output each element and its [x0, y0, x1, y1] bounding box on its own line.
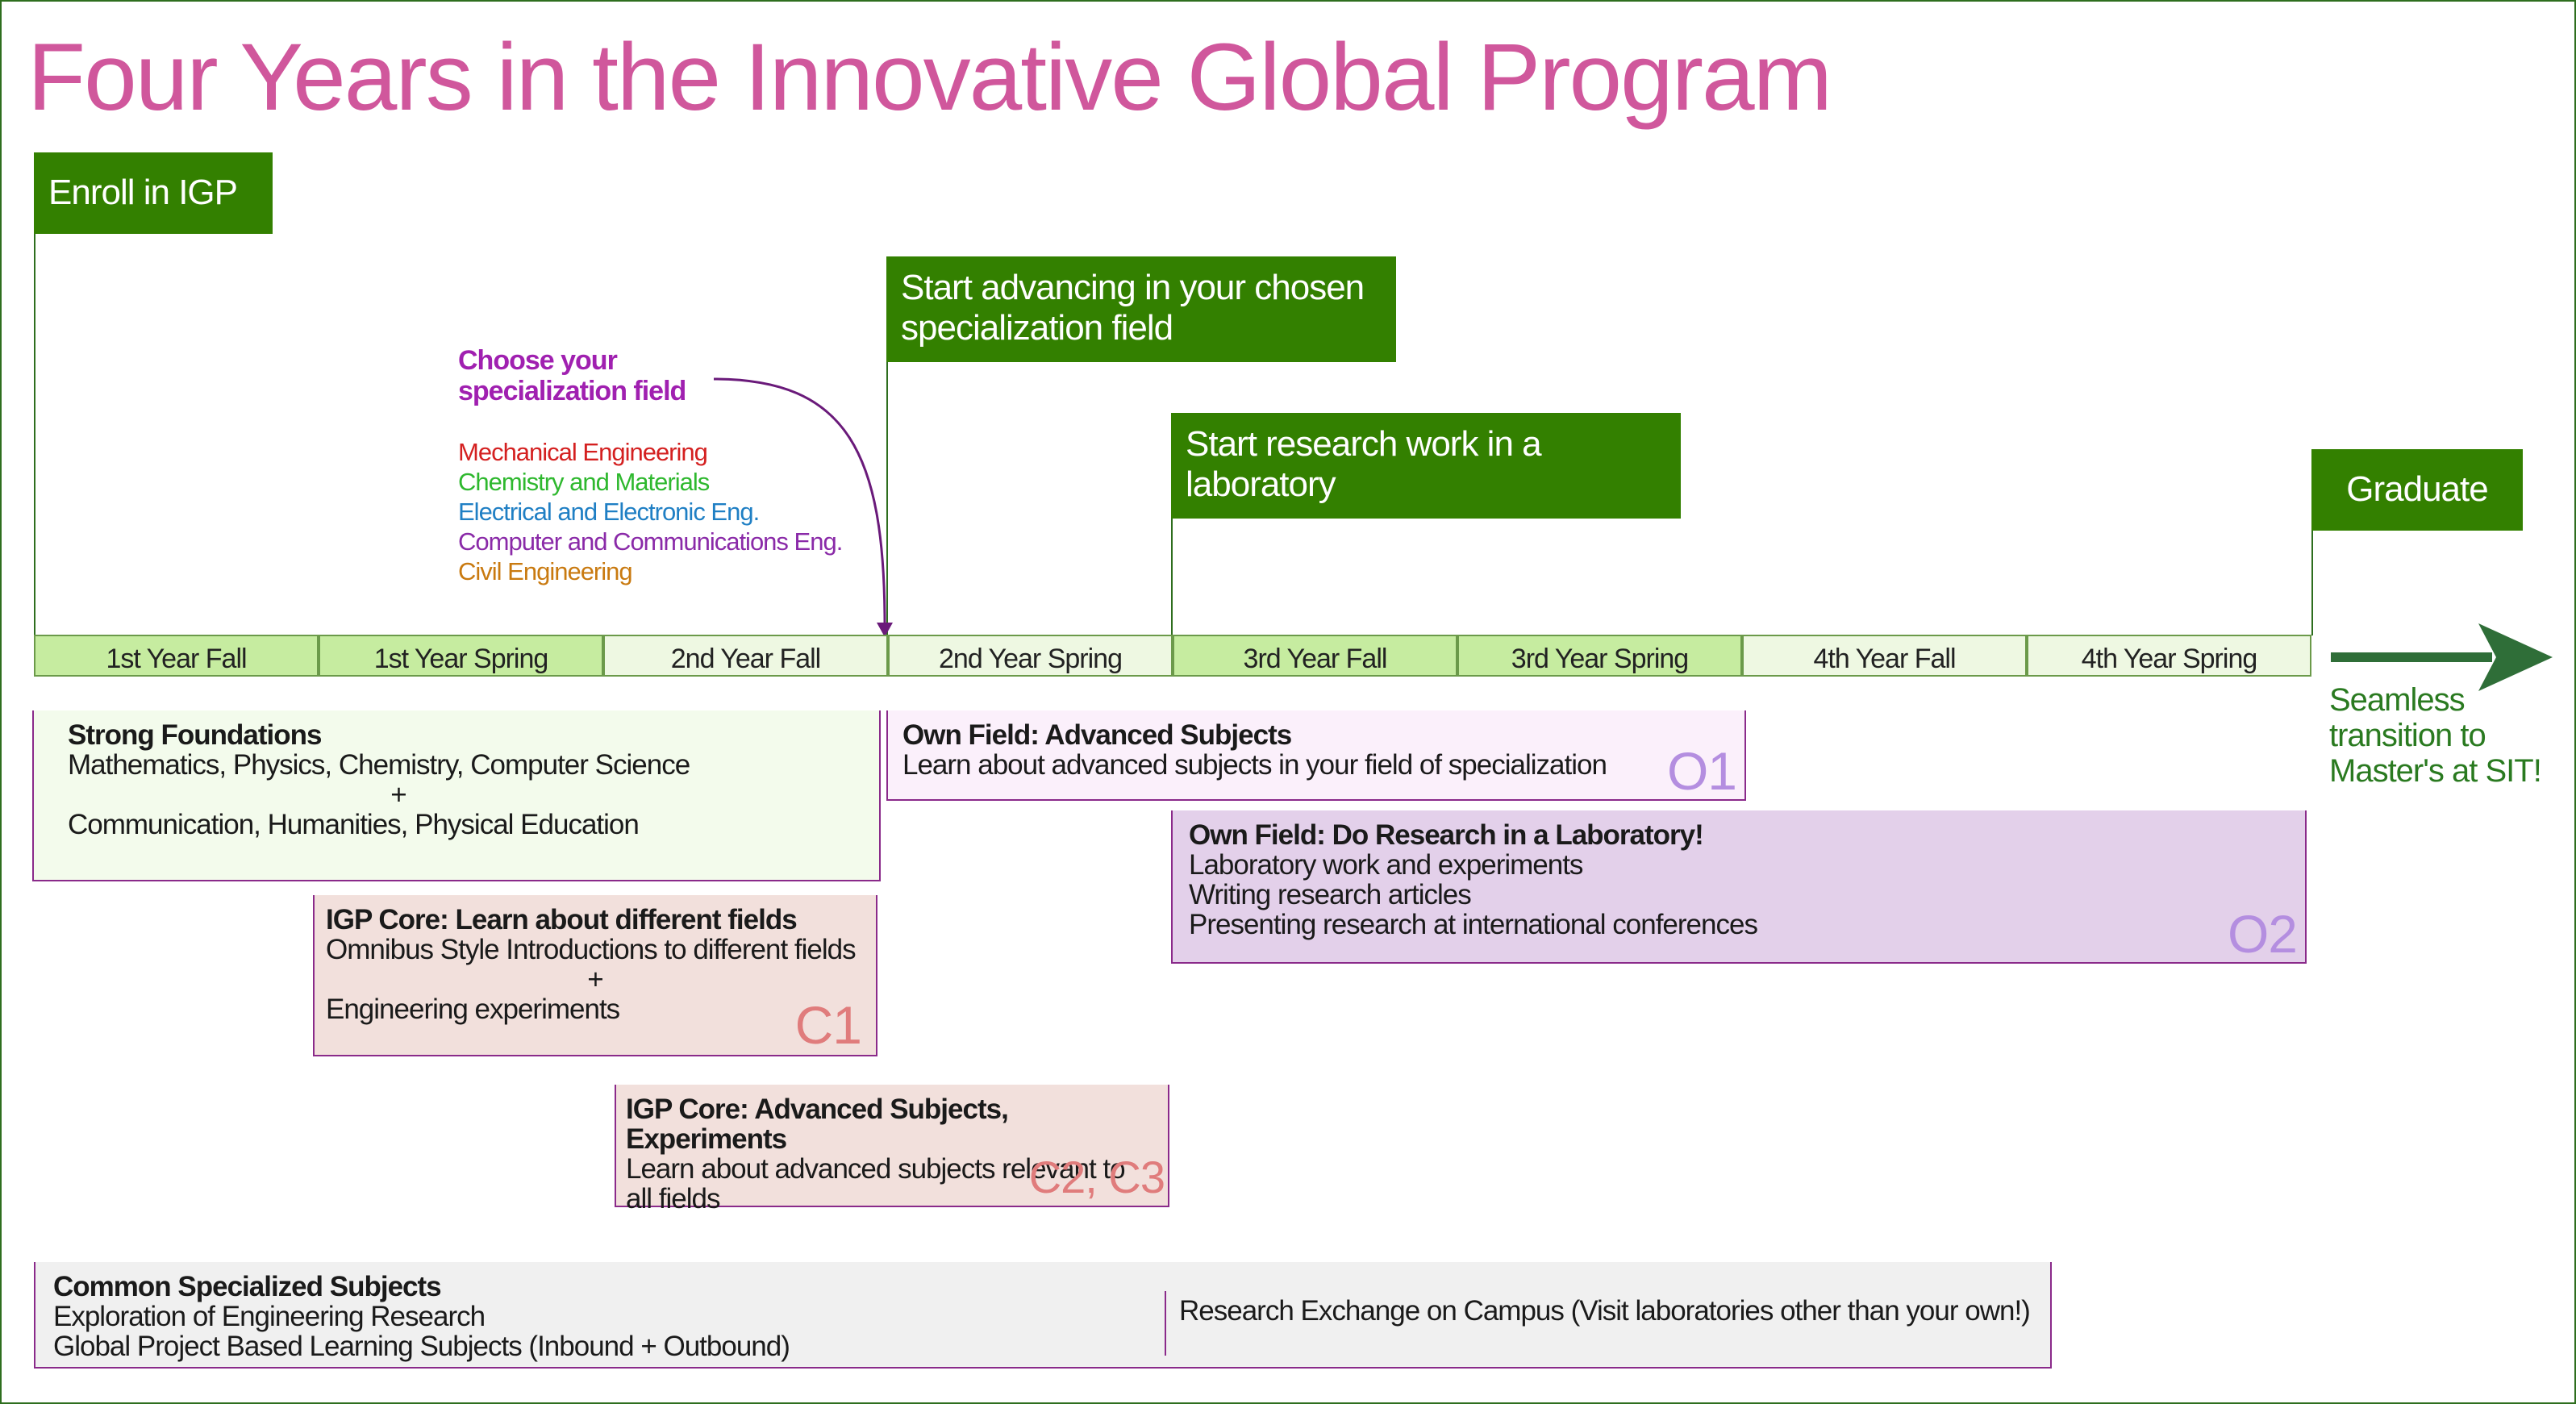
- c1-line2: Engineering experiments: [326, 994, 620, 1025]
- common-line2: Global Project Based Learning Subjects (…: [53, 1331, 790, 1362]
- c23-tag: C2, C3: [1028, 1152, 1165, 1202]
- c23-heading: IGP Core: Advanced Subjects, Experiments: [626, 1094, 1009, 1155]
- c1-tag: C1: [794, 995, 862, 1055]
- o1-line1: Learn about advanced subjects in your fi…: [902, 749, 1607, 781]
- foundations-heading: Strong Foundations: [68, 719, 322, 751]
- semester-5: 3rd Year Fall: [1173, 635, 1457, 677]
- c1-line1: Omnibus Style Introductions to different…: [326, 934, 857, 965]
- c1-plus: +: [587, 964, 603, 995]
- common-divider: [1165, 1291, 1166, 1356]
- o2-tag: O2: [2227, 904, 2298, 964]
- semester-3: 2nd Year Fall: [603, 635, 888, 677]
- o2-line1: Laboratory work and experiments: [1189, 849, 1583, 881]
- box-own-field-o2: Own Field: Do Research in a Laboratory! …: [1171, 810, 2307, 964]
- semester-8: 4th Year Spring: [2027, 635, 2311, 677]
- foundations-plus: +: [390, 779, 406, 810]
- semester-1: 1st Year Fall: [34, 635, 319, 677]
- common-exchange: Research Exchange on Campus (Visit labor…: [1179, 1295, 2031, 1327]
- box-strong-foundations: Strong Foundations Mathematics, Physics,…: [32, 710, 881, 881]
- box-igp-core-c2-c3: IGP Core: Advanced Subjects, Experiments…: [615, 1085, 1169, 1214]
- box-igp-core-c1: IGP Core: Learn about different fields O…: [313, 895, 877, 1056]
- box-own-field-o1: Own Field: Advanced Subjects Learn about…: [886, 710, 1746, 801]
- o2-line2: Writing research articles: [1189, 879, 1472, 910]
- semester-2: 1st Year Spring: [319, 635, 603, 677]
- o1-heading: Own Field: Advanced Subjects: [902, 719, 1292, 751]
- semester-6: 3rd Year Spring: [1457, 635, 1742, 677]
- foundations-line1: Mathematics, Physics, Chemistry, Compute…: [68, 749, 690, 781]
- o1-tag: O1: [1666, 741, 1737, 801]
- semester-7: 4th Year Fall: [1742, 635, 2027, 677]
- seamless-transition: Seamless transition to Master's at SIT!: [2329, 682, 2542, 789]
- semester-4: 2nd Year Spring: [888, 635, 1173, 677]
- o2-line3: Presenting research at international con…: [1189, 909, 1758, 940]
- foundations-line2: Communication, Humanities, Physical Educ…: [68, 809, 640, 840]
- choose-arrow: [713, 377, 893, 637]
- o2-heading: Own Field: Do Research in a Laboratory!: [1189, 819, 1704, 851]
- box-common-specialized: Common Specialized Subjects Exploration …: [34, 1262, 2052, 1369]
- c1-heading: IGP Core: Learn about different fields: [326, 904, 798, 935]
